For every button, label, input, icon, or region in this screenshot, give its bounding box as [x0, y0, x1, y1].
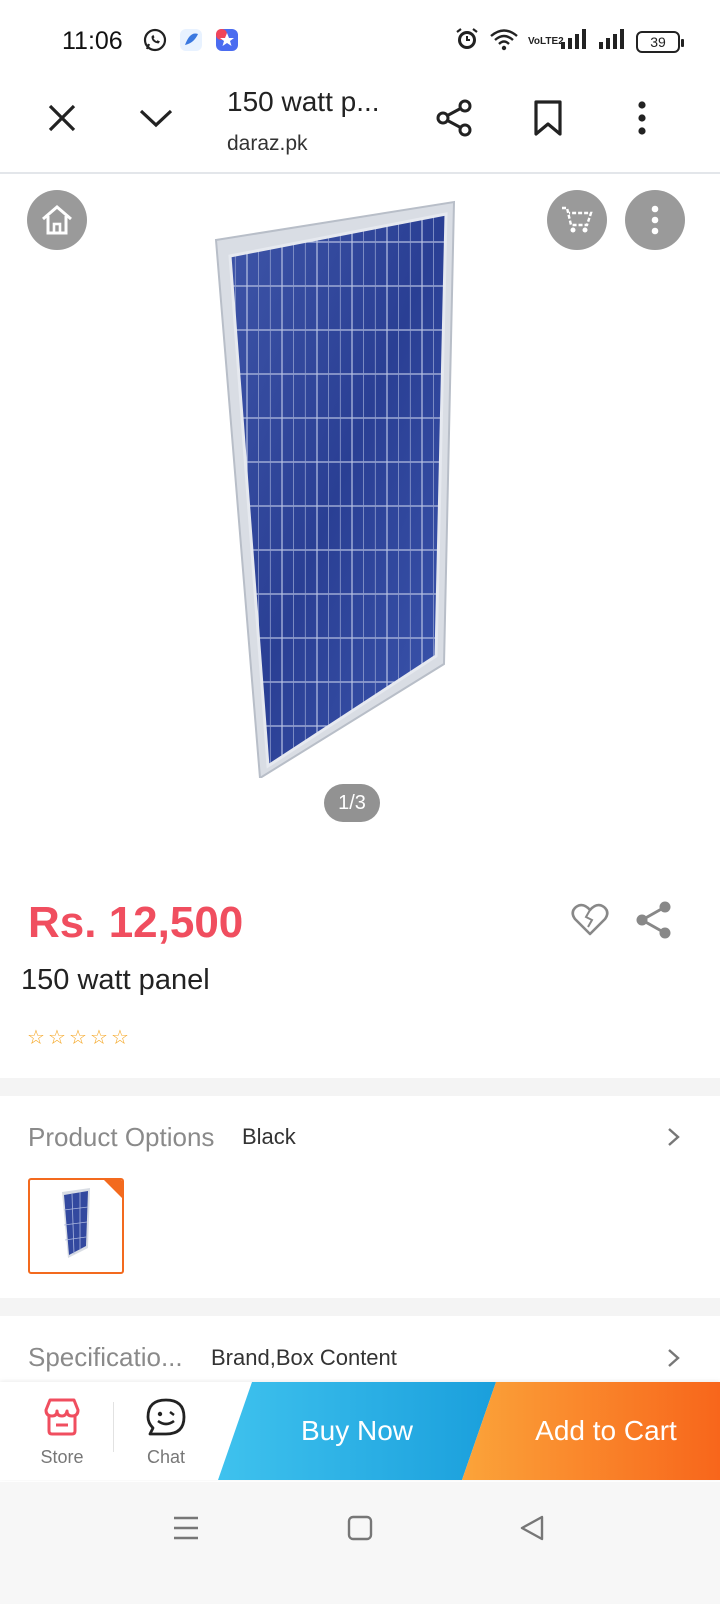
- recent-apps-icon[interactable]: [166, 1508, 206, 1548]
- star-icon: ☆: [27, 1027, 45, 1049]
- option-thumbnail[interactable]: [28, 1178, 124, 1274]
- more-vert-icon: [651, 205, 659, 235]
- section-divider: [0, 1078, 720, 1096]
- home-nav-icon[interactable]: [340, 1508, 380, 1548]
- star-icon: ☆: [48, 1027, 66, 1049]
- bookmark-icon[interactable]: [524, 94, 572, 142]
- page-title[interactable]: 150 watt p...: [227, 86, 380, 118]
- status-bar: 11:06 VoLTE2 39: [0, 0, 720, 80]
- product-page: 11:06 VoLTE2 39 150 watt p... daraz.pk 1…: [0, 0, 720, 1604]
- close-icon[interactable]: [38, 94, 86, 142]
- specifications-row[interactable]: Specificatio... Brand,Box Content: [0, 1316, 720, 1382]
- action-separator: [113, 1402, 114, 1452]
- rating-stars[interactable]: ☆ ☆ ☆ ☆ ☆: [27, 1028, 132, 1049]
- star-icon: ☆: [69, 1027, 87, 1049]
- store-button[interactable]: Store: [22, 1394, 102, 1474]
- store-label: Store: [40, 1447, 84, 1467]
- wishlist-icon[interactable]: [570, 902, 610, 938]
- section-divider: [0, 1298, 720, 1316]
- volte-icon: VoLTE2: [528, 35, 564, 47]
- product-options-label: Product Options: [28, 1122, 215, 1152]
- whatsapp-icon: [142, 27, 168, 58]
- chat-icon: [146, 1398, 186, 1436]
- status-time: 11:06: [62, 27, 123, 55]
- browser-toolbar: 150 watt p... daraz.pk: [0, 80, 720, 174]
- wifi-icon: [488, 26, 520, 57]
- back-nav-icon[interactable]: [512, 1508, 552, 1548]
- star-icon: ☆: [111, 1027, 129, 1049]
- add-to-cart-button[interactable]: Add to Cart: [462, 1382, 720, 1480]
- battery-icon: 39: [636, 30, 684, 53]
- app-blue-icon: [178, 27, 204, 58]
- home-icon: [42, 205, 72, 235]
- alarm-icon: [454, 26, 480, 57]
- signal-icon-1: [560, 28, 590, 55]
- home-button[interactable]: [27, 190, 87, 250]
- system-nav-bar: [0, 1482, 720, 1604]
- product-gallery[interactable]: 1/3: [0, 176, 720, 856]
- bottom-action-bar: Store Chat Buy Now Add to Cart: [0, 1382, 720, 1480]
- status-app-icons: [142, 27, 240, 58]
- product-image[interactable]: [212, 198, 462, 780]
- chevron-down-icon[interactable]: [132, 94, 180, 142]
- app-star-icon: [214, 27, 240, 58]
- product-share-icon[interactable]: [634, 900, 674, 940]
- product-price: Rs. 12,500: [28, 898, 244, 947]
- gallery-more-button[interactable]: [625, 190, 685, 250]
- image-counter: 1/3: [324, 784, 380, 822]
- share-icon[interactable]: [430, 94, 478, 142]
- product-title: 150 watt panel: [21, 964, 210, 996]
- cart-button[interactable]: [547, 190, 607, 250]
- product-options-value: Black: [242, 1124, 296, 1149]
- specifications-value: Brand,Box Content: [211, 1345, 397, 1370]
- chevron-right-icon: [668, 1349, 680, 1367]
- product-options-row[interactable]: Product Options Black: [0, 1096, 720, 1176]
- status-indicators: VoLTE2 39: [454, 26, 684, 57]
- signal-icon-2: [598, 28, 628, 55]
- selected-corner-badge: [104, 1180, 122, 1198]
- buy-now-button[interactable]: Buy Now: [218, 1382, 496, 1480]
- star-icon: ☆: [90, 1027, 108, 1049]
- chat-button[interactable]: Chat: [126, 1394, 206, 1474]
- chat-label: Chat: [146, 1447, 186, 1467]
- store-icon: [44, 1398, 80, 1436]
- cart-icon: [562, 206, 593, 233]
- chevron-right-icon: [668, 1128, 680, 1146]
- page-domain[interactable]: daraz.pk: [227, 132, 308, 156]
- more-vert-icon[interactable]: [618, 94, 666, 142]
- specifications-label: Specificatio...: [28, 1342, 183, 1372]
